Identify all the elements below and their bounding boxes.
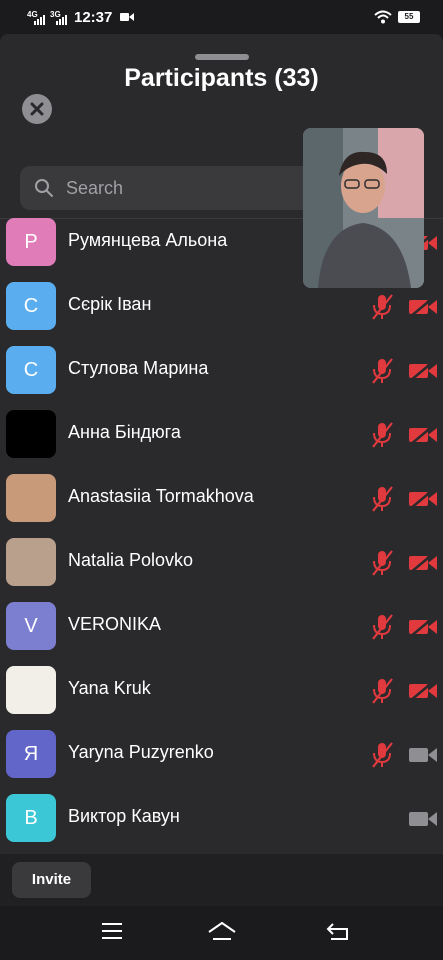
mic-muted-icon[interactable] (370, 741, 394, 769)
participant-name: Стулова Марина (68, 358, 209, 378)
self-video-preview[interactable] (303, 128, 424, 288)
participant-row[interactable]: Анна Біндюга (0, 402, 443, 466)
sheet-title: Participants (33) (124, 64, 319, 92)
video-off-icon[interactable] (408, 424, 438, 446)
avatar-initial: В (24, 806, 38, 829)
video-camera-icon[interactable] (408, 744, 438, 766)
signal-bars-icon (34, 15, 45, 25)
sheet-drag-handle[interactable] (195, 54, 249, 60)
avatar: Я (6, 730, 56, 778)
signal-bars-icon (56, 15, 67, 25)
avatar-initial: V (24, 614, 38, 637)
participant-name: Виктор Кавун (68, 806, 180, 826)
search-input[interactable]: Search (20, 166, 320, 210)
participant-name: VERONIKA (68, 614, 162, 634)
video-off-icon[interactable] (408, 296, 438, 318)
video-off-icon[interactable] (408, 616, 438, 638)
avatar: С (6, 346, 56, 394)
participant-row[interactable]: V VERONIKA (0, 594, 443, 658)
avatar (6, 666, 56, 714)
video-feed-image (303, 128, 424, 288)
avatar-initial: С (23, 294, 39, 317)
status-bar: 4G 3G 12:37 55 (0, 0, 443, 34)
mic-muted-icon[interactable] (370, 613, 394, 641)
close-icon (30, 102, 44, 116)
participant-row[interactable]: Natalia Polovko (0, 530, 443, 594)
invite-bar: Invite (0, 854, 443, 906)
avatar: Р (6, 218, 56, 266)
video-off-icon[interactable] (408, 680, 438, 702)
participant-name: Natalia Polovko (68, 550, 194, 570)
avatar: С (6, 282, 56, 330)
participant-name: Yana Kruk (68, 678, 151, 698)
mic-muted-icon[interactable] (370, 421, 394, 449)
invite-button[interactable]: Invite (12, 862, 91, 898)
participant-row[interactable]: В Виктор Кавун (0, 786, 443, 850)
participant-name: Сєрік Іван (68, 294, 152, 314)
system-nav-bar (0, 906, 443, 960)
participant-row[interactable]: Yana Kruk (0, 658, 443, 722)
wifi-icon (374, 10, 392, 24)
mic-muted-icon[interactable] (370, 549, 394, 577)
close-button[interactable] (22, 94, 52, 124)
participant-row[interactable]: Anastasiia Tormakhova (0, 466, 443, 530)
avatar-initial: Я (23, 742, 39, 765)
back-icon[interactable] (325, 920, 351, 942)
menu-icon[interactable] (100, 920, 124, 940)
video-camera-icon[interactable] (408, 808, 438, 830)
avatar (6, 410, 56, 458)
video-off-icon[interactable] (408, 552, 438, 574)
participant-row[interactable]: С Стулова Марина (0, 338, 443, 402)
avatar-initial: С (23, 358, 39, 381)
search-placeholder: Search (66, 178, 124, 198)
participant-name: Yaryna Puzyrenko (68, 742, 214, 762)
participant-name: Румянцева Альона (68, 230, 228, 250)
avatar: В (6, 794, 56, 842)
video-off-icon[interactable] (408, 488, 438, 510)
participant-row[interactable]: Я Yaryna Puzyrenko (0, 722, 443, 786)
video-off-icon[interactable] (408, 360, 438, 382)
home-icon[interactable] (207, 920, 237, 942)
mic-muted-icon[interactable] (370, 293, 394, 321)
battery-indicator: 55 (398, 11, 420, 23)
search-icon (35, 179, 53, 197)
mic-muted-icon[interactable] (370, 485, 394, 513)
avatar (6, 474, 56, 522)
video-recording-icon (120, 13, 134, 21)
mic-muted-icon[interactable] (370, 677, 394, 705)
avatar (6, 538, 56, 586)
clock: 12:37 (74, 9, 113, 26)
participant-name: Анна Біндюга (68, 422, 181, 442)
avatar-initial: Р (24, 230, 38, 253)
participant-name: Anastasiia Tormakhova (68, 486, 254, 506)
mic-muted-icon[interactable] (370, 357, 394, 385)
avatar: V (6, 602, 56, 650)
